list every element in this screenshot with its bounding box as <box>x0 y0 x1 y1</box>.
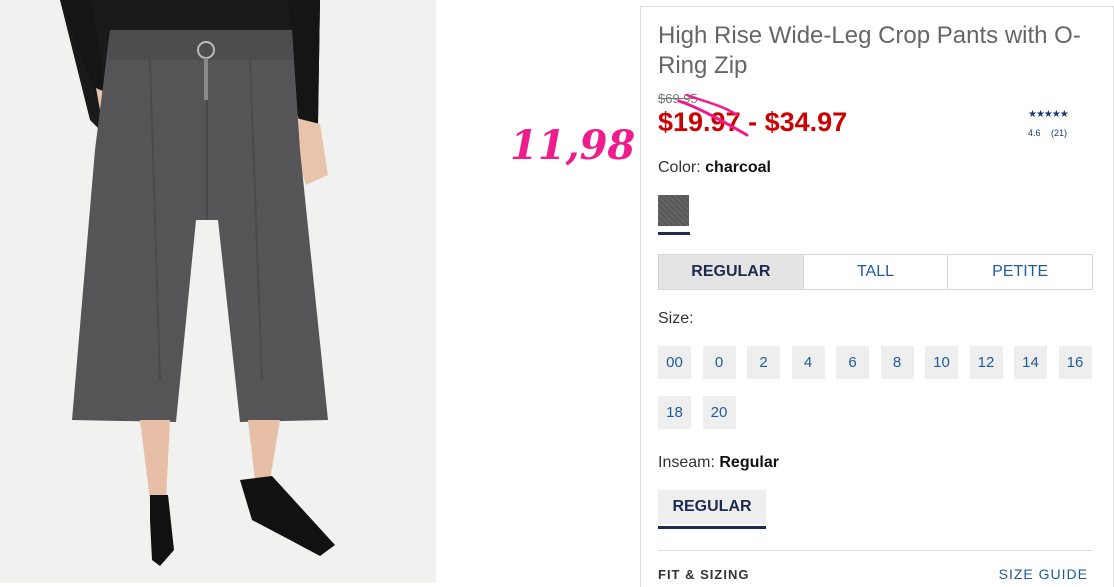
size-option[interactable]: 14 <box>1014 346 1047 379</box>
model-photo <box>0 0 436 583</box>
color-swatch-charcoal[interactable] <box>658 195 689 226</box>
color-value: charcoal <box>705 159 771 176</box>
original-price: $69.95 <box>658 91 698 106</box>
size-option[interactable]: 6 <box>836 346 869 379</box>
size-option[interactable]: 0 <box>702 346 736 379</box>
size-option[interactable]: 18 <box>658 396 691 429</box>
size-option[interactable]: 00 <box>658 346 691 379</box>
handwritten-price-note: 11,98 <box>510 122 636 169</box>
section-divider <box>658 550 1093 551</box>
review-count[interactable]: (21) <box>1051 128 1067 138</box>
color-label: Color: <box>658 159 701 176</box>
size-option[interactable]: 20 <box>702 396 736 429</box>
size-option[interactable]: 8 <box>880 346 914 379</box>
inseam-value: Regular <box>719 454 779 471</box>
size-option[interactable]: 16 <box>1058 346 1092 379</box>
swatch-selected-indicator <box>658 232 690 235</box>
size-option[interactable]: 4 <box>791 346 825 379</box>
product-title: High Rise Wide-Leg Crop Pants with O-Rin… <box>658 22 1081 79</box>
fit-sizing-heading[interactable]: FIT & SIZING <box>658 567 749 582</box>
sale-price: $19.97 - $34.97 <box>658 107 848 137</box>
rating-value: 4.6 <box>1028 128 1041 138</box>
product-rating[interactable]: ★★★★★ 4.6 (21) <box>1028 109 1088 138</box>
size-guide-link[interactable]: SIZE GUIDE <box>999 566 1088 582</box>
tab-petite[interactable]: PETITE <box>948 255 1092 289</box>
size-label: Size: <box>658 310 694 327</box>
tab-regular[interactable]: REGULAR <box>659 255 804 289</box>
size-option[interactable]: 12 <box>969 346 1003 379</box>
inseam-regular-button[interactable]: REGULAR <box>658 490 766 524</box>
rating-stars-icon: ★★★★★ <box>1028 109 1069 120</box>
inseam-label: Inseam: <box>658 454 715 471</box>
tab-tall[interactable]: TALL <box>804 255 949 289</box>
inseam-selection-label: Inseam: Regular <box>658 454 779 472</box>
color-selection-label: Color: charcoal <box>658 159 771 177</box>
size-option[interactable]: 10 <box>925 346 958 379</box>
size-option[interactable]: 2 <box>747 346 780 379</box>
product-image[interactable] <box>0 0 436 583</box>
inseam-selected-indicator <box>658 526 766 529</box>
product-info-panel: High Rise Wide-Leg Crop Pants with O-Rin… <box>640 6 1114 587</box>
fit-tabs: REGULAR TALL PETITE <box>658 254 1093 290</box>
